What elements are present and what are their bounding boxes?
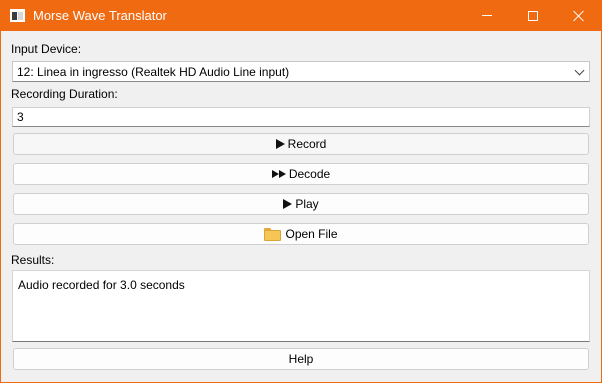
folder-icon [264, 227, 282, 241]
app-window: Morse Wave Translator Input Device: 12: … [0, 0, 602, 383]
results-label: Results: [11, 253, 55, 267]
record-button[interactable]: Record [13, 133, 589, 155]
minimize-button[interactable] [464, 0, 510, 31]
help-button-label: Help [288, 352, 314, 366]
input-device-value: 12: Linea in ingresso (Realtek HD Audio … [17, 65, 290, 79]
decode-button-label: Decode [288, 167, 331, 181]
open-file-button[interactable]: Open File [13, 223, 589, 245]
decode-button[interactable]: Decode [13, 163, 589, 185]
results-textarea[interactable]: Audio recorded for 3.0 seconds [12, 270, 590, 342]
record-button-label: Record [287, 137, 327, 151]
input-device-label: Input Device: [11, 42, 82, 56]
window-title: Morse Wave Translator [33, 8, 167, 23]
help-button[interactable]: Help [13, 348, 589, 370]
input-device-select[interactable]: 12: Linea in ingresso (Realtek HD Audio … [12, 61, 590, 82]
play-button[interactable]: Play [13, 193, 589, 215]
maximize-icon [528, 10, 538, 21]
duration-input[interactable] [12, 107, 590, 127]
main-panel: Input Device: 12: Linea in ingresso (Rea… [1, 31, 601, 382]
maximize-button[interactable] [510, 0, 556, 31]
duration-label: Recording Duration: [11, 87, 118, 101]
app-icon [10, 9, 25, 22]
minimize-icon [482, 15, 492, 16]
play-icon [275, 139, 285, 149]
close-icon [573, 10, 585, 22]
title-bar[interactable]: Morse Wave Translator [0, 0, 602, 31]
open-file-button-label: Open File [285, 227, 338, 241]
fast-forward-icon [271, 170, 286, 178]
play-icon [283, 199, 293, 209]
chevron-down-icon[interactable] [574, 65, 585, 76]
play-button-label: Play [295, 197, 319, 211]
close-button[interactable] [556, 0, 602, 31]
